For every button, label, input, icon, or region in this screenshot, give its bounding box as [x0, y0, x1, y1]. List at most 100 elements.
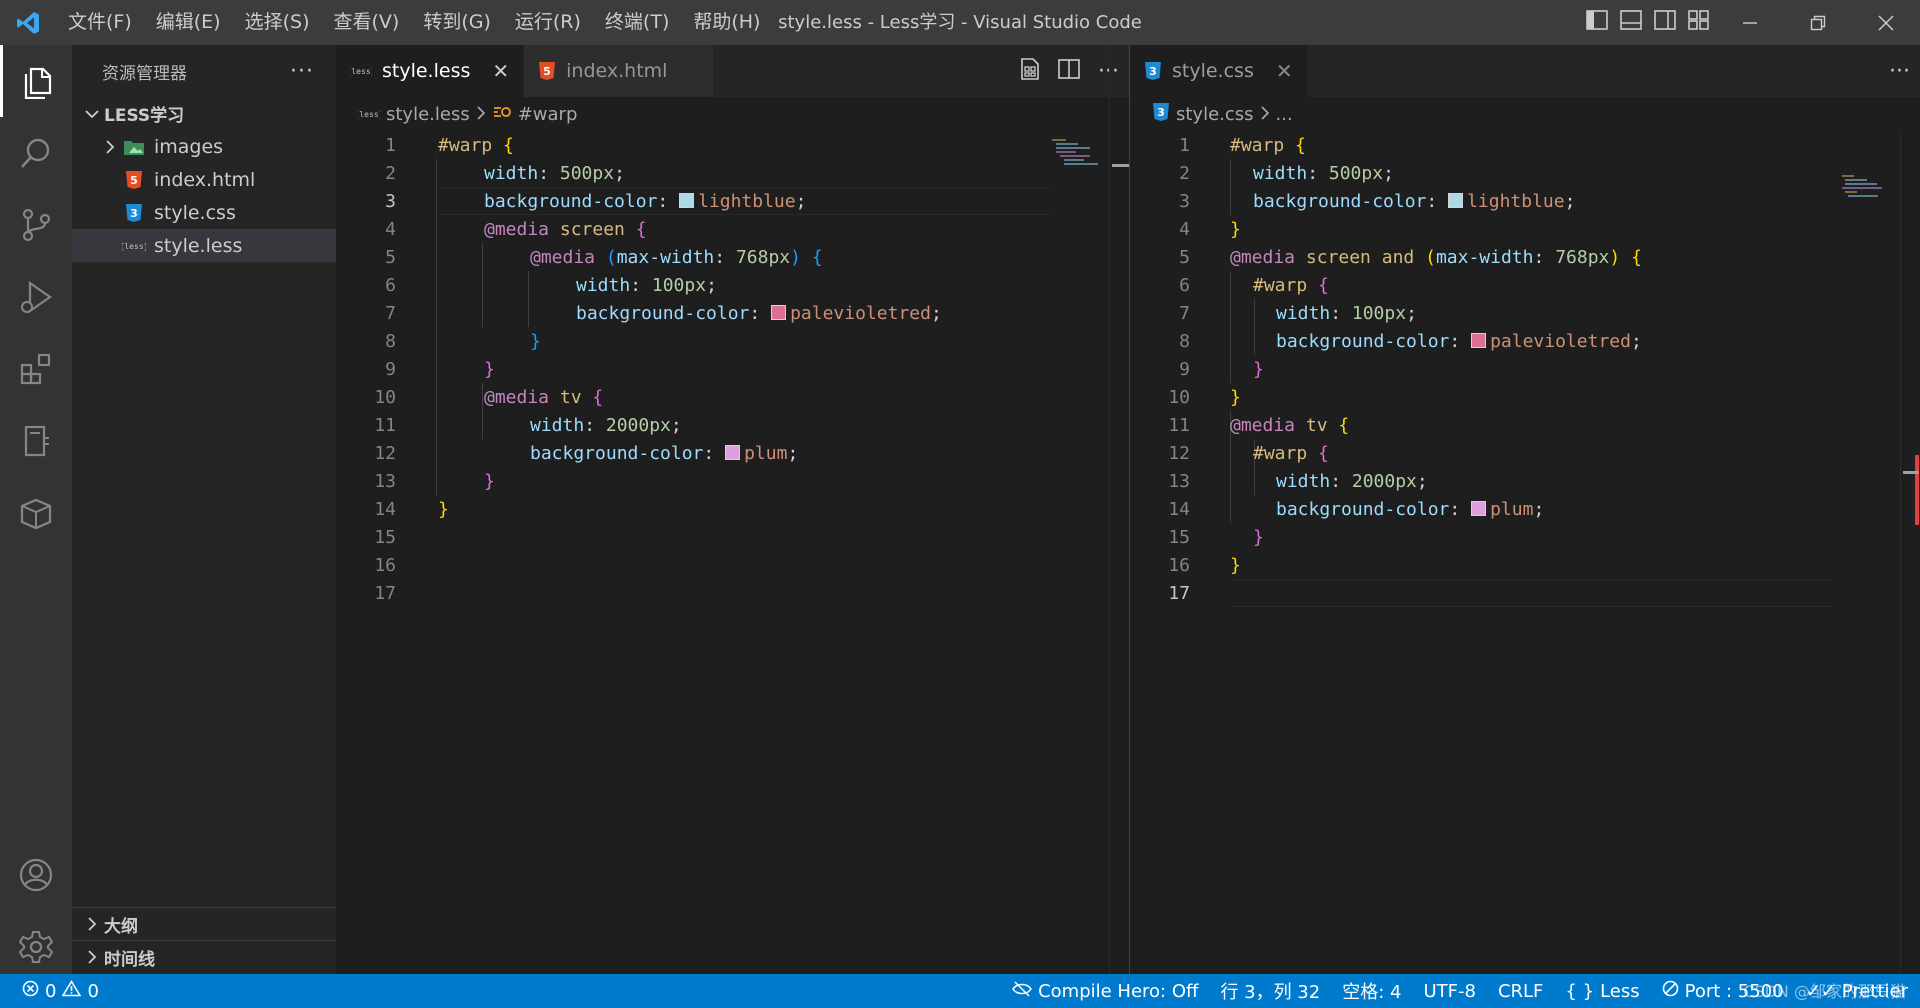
- line-number: 2: [1179, 162, 1190, 184]
- minimap[interactable]: [1842, 173, 1897, 209]
- line-number: 1: [385, 134, 396, 156]
- code-line: 16: [336, 551, 396, 579]
- split-editor-icon[interactable]: [1058, 58, 1080, 84]
- css3-icon: 3: [1152, 102, 1170, 127]
- close-tab-icon[interactable]: ✕: [1276, 59, 1293, 83]
- menu-file[interactable]: 文件(F): [56, 0, 144, 45]
- editor-actions: ···: [1889, 45, 1910, 97]
- toggle-primary-sidebar-icon[interactable]: [1586, 10, 1608, 35]
- code-line: 4 @media screen {: [336, 215, 646, 243]
- color-swatch-palevioletred[interactable]: [771, 304, 787, 320]
- breadcrumb-symbol[interactable]: ...: [1276, 104, 1293, 125]
- menu-bar: 文件(F) 编辑(E) 选择(S) 查看(V) 转到(G) 运行(R) 终端(T…: [56, 0, 772, 45]
- menu-terminal[interactable]: 终端(T): [593, 0, 681, 45]
- svg-text:{less}: {less}: [122, 242, 146, 251]
- menu-go[interactable]: 转到(G): [411, 0, 503, 45]
- less-icon: {less}: [122, 240, 146, 252]
- breadcrumb-file[interactable]: style.less: [386, 104, 470, 125]
- tree-item-style-css[interactable]: 3 style.css: [72, 196, 336, 229]
- line-number: 14: [1168, 498, 1190, 520]
- menu-run[interactable]: 运行(R): [503, 0, 593, 45]
- line-number: 17: [374, 582, 396, 604]
- line-number: 7: [1179, 302, 1190, 324]
- html5-icon: 5: [122, 170, 146, 190]
- minimap[interactable]: [1052, 137, 1107, 177]
- color-swatch-lightblue[interactable]: [1448, 192, 1464, 208]
- line-number: 3: [1179, 190, 1190, 212]
- code-line: 11 width: 2000px;: [336, 411, 681, 439]
- chevron-right-icon: [98, 139, 122, 154]
- chevron-right-icon: [1260, 104, 1270, 125]
- run-debug-icon[interactable]: [0, 261, 72, 333]
- svg-text:3: 3: [1157, 106, 1165, 119]
- vscode-logo-icon[interactable]: [0, 0, 56, 45]
- source-control-icon[interactable]: [0, 189, 72, 261]
- code-line: 13 width: 2000px;: [1130, 467, 1427, 495]
- encoding[interactable]: UTF-8: [1423, 981, 1475, 1002]
- restore-icon[interactable]: [1784, 0, 1852, 45]
- end-of-line[interactable]: CRLF: [1498, 981, 1543, 1002]
- compile-hero-status[interactable]: Compile Hero: Off: [1012, 981, 1198, 1002]
- tree-item-images[interactable]: images: [72, 130, 336, 163]
- color-swatch-plum[interactable]: [1471, 500, 1487, 516]
- timeline-section[interactable]: 时间线: [72, 940, 336, 973]
- menu-edit[interactable]: 编辑(E): [144, 0, 233, 45]
- tab-index-html[interactable]: 5 index.html: [524, 45, 715, 97]
- breadcrumb-file[interactable]: style.css: [1176, 104, 1254, 125]
- editor-group-left: {less} style.less ✕ 5 index.html ··· {le…: [336, 45, 1130, 974]
- tree-item-label: images: [154, 135, 224, 158]
- tab-style-css[interactable]: 3 style.css ✕: [1130, 45, 1308, 97]
- open-preview-icon[interactable]: [1020, 57, 1040, 85]
- svg-text:{less}: {less}: [358, 110, 380, 119]
- tree-item-style-less[interactable]: {less} style.less: [72, 229, 336, 262]
- explorer-icon[interactable]: [0, 45, 72, 117]
- code-line: 1 #warp {: [1130, 131, 1306, 159]
- line-number: 4: [1179, 218, 1190, 240]
- toggle-panel-icon[interactable]: [1620, 10, 1642, 35]
- code-line: 5 @media screen and (max-width: 768px) {: [1130, 243, 1642, 271]
- tab-bar: {less} style.less ✕ 5 index.html ···: [336, 45, 1129, 97]
- color-swatch-lightblue[interactable]: [679, 192, 695, 208]
- account-icon[interactable]: [0, 839, 72, 911]
- tree-item-index-html[interactable]: 5 index.html: [72, 163, 336, 196]
- settings-gear-icon[interactable]: [0, 911, 72, 983]
- line-number: 15: [374, 526, 396, 548]
- indent-guide: [436, 159, 437, 495]
- menu-view[interactable]: 查看(V): [322, 0, 412, 45]
- close-window-icon[interactable]: [1852, 0, 1920, 45]
- line-number: 15: [1168, 526, 1190, 548]
- workspace-folder[interactable]: LESS学习: [72, 97, 336, 130]
- problems-indicator[interactable]: 0 0: [22, 974, 99, 1008]
- toggle-secondary-sidebar-icon[interactable]: [1654, 10, 1676, 35]
- vertical-scrollbar[interactable]: [1109, 45, 1130, 974]
- tab-style-less[interactable]: {less} style.less ✕: [336, 45, 525, 97]
- search-icon[interactable]: [0, 117, 72, 189]
- compile-hero-label: Compile Hero: Off: [1038, 980, 1199, 1002]
- color-swatch-plum[interactable]: [725, 444, 741, 460]
- line-number: 4: [385, 218, 396, 240]
- menu-help[interactable]: 帮助(H): [681, 0, 772, 45]
- chevron-right-icon: [80, 917, 104, 931]
- outline-section[interactable]: 大纲: [72, 907, 336, 940]
- remote-explorer-icon[interactable]: [0, 405, 72, 477]
- package-icon[interactable]: [0, 477, 72, 549]
- menu-selection[interactable]: 选择(S): [233, 0, 322, 45]
- code-line: 14 background-color: plum;: [1130, 495, 1544, 523]
- extensions-icon[interactable]: [0, 333, 72, 405]
- minimize-icon[interactable]: [1716, 0, 1784, 45]
- vertical-scrollbar[interactable]: [1900, 131, 1920, 974]
- breadcrumb-symbol[interactable]: #warp: [518, 104, 578, 125]
- indent-guide: [482, 383, 483, 439]
- customize-layout-icon[interactable]: [1688, 10, 1710, 35]
- language-mode[interactable]: { } Less: [1565, 981, 1639, 1002]
- breadcrumb: 3 style.css ...: [1130, 97, 1920, 131]
- more-actions-icon[interactable]: ···: [1889, 59, 1910, 84]
- close-tab-icon[interactable]: ✕: [492, 59, 509, 83]
- color-swatch-palevioletred[interactable]: [1471, 332, 1487, 348]
- indentation[interactable]: 空格: 4: [1342, 978, 1401, 1004]
- cursor-position[interactable]: 行 3，列 32: [1220, 978, 1320, 1004]
- symbol-selector-icon: [492, 103, 512, 126]
- code-line: 8 background-color: palevioletred;: [1130, 327, 1642, 355]
- more-actions-icon[interactable]: ···: [290, 59, 314, 84]
- block-icon: [1662, 980, 1679, 1002]
